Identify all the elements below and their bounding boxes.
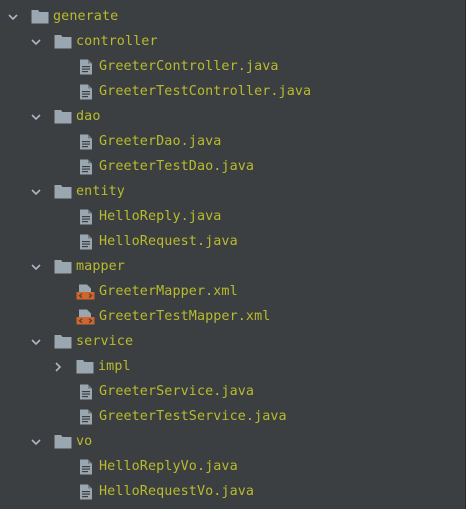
tree-node-label: dao <box>76 109 101 124</box>
tree-file-greetercontroller[interactable]: GreeterController.java <box>0 54 465 79</box>
folder-icon <box>53 259 72 275</box>
java-file-icon <box>76 409 95 425</box>
tree-file-greetertestmapper[interactable]: GreeterTestMapper.xml <box>0 304 465 329</box>
tree-file-label: HelloReplyVo.java <box>99 459 238 474</box>
tree-node-service[interactable]: service <box>0 329 465 354</box>
tree-node-generate[interactable]: generate <box>0 4 465 29</box>
tree-file-label: GreeterTestService.java <box>99 409 287 424</box>
folder-icon <box>53 434 72 450</box>
folder-icon <box>30 9 49 25</box>
tree-file-greeterdao[interactable]: GreeterDao.java <box>0 129 465 154</box>
xml-file-icon <box>76 284 95 300</box>
chevron-down-icon[interactable] <box>31 37 41 47</box>
tree-file-label: GreeterTestMapper.xml <box>99 309 271 324</box>
java-file-icon <box>76 134 95 150</box>
java-file-icon <box>76 84 95 100</box>
tree-node-label: vo <box>76 434 93 449</box>
tree-file-greetertestdao[interactable]: GreeterTestDao.java <box>0 154 465 179</box>
tree-node-label: service <box>76 334 134 349</box>
tree-file-greetermapper[interactable]: GreeterMapper.xml <box>0 279 465 304</box>
tree-file-label: HelloReply.java <box>99 209 222 224</box>
tree-file-greetertestservice[interactable]: GreeterTestService.java <box>0 404 465 429</box>
tree-node-label: mapper <box>76 259 125 274</box>
java-file-icon <box>76 59 95 75</box>
tree-file-helloreplyvo[interactable]: HelloReplyVo.java <box>0 454 465 479</box>
folder-icon <box>53 184 72 200</box>
java-file-icon <box>76 459 95 475</box>
folder-icon <box>53 109 72 125</box>
tree-node-label: impl <box>98 359 131 374</box>
tree-file-hellorequest[interactable]: HelloRequest.java <box>0 229 465 254</box>
folder-icon <box>53 334 72 350</box>
tree-file-label: GreeterDao.java <box>99 134 222 149</box>
tree-file-label: GreeterTestDao.java <box>99 159 255 174</box>
tree-file-greeterservice[interactable]: GreeterService.java <box>0 379 465 404</box>
tree-node-mapper[interactable]: mapper <box>0 254 465 279</box>
tree-file-hellorequestvo[interactable]: HelloRequestVo.java <box>0 479 465 504</box>
tree-file-label: GreeterTestController.java <box>99 84 312 99</box>
tree-file-label: HelloRequest.java <box>99 234 238 249</box>
tree-node-label: generate <box>53 9 119 24</box>
tree-node-entity[interactable]: entity <box>0 179 465 204</box>
java-file-icon <box>76 384 95 400</box>
tree-node-controller[interactable]: controller <box>0 29 465 54</box>
tree-node-dao[interactable]: dao <box>0 104 465 129</box>
java-file-icon <box>76 159 95 175</box>
xml-file-icon <box>76 309 95 325</box>
tree-file-greetertestcontroller[interactable]: GreeterTestController.java <box>0 79 465 104</box>
chevron-down-icon[interactable] <box>8 12 18 22</box>
tree-file-label: GreeterController.java <box>99 59 279 74</box>
chevron-right-icon[interactable] <box>53 361 63 372</box>
java-file-icon <box>76 484 95 500</box>
chevron-down-icon[interactable] <box>31 337 41 347</box>
tree-file-label: HelloRequestVo.java <box>99 484 255 499</box>
folder-icon <box>53 34 72 50</box>
chevron-down-icon[interactable] <box>31 437 41 447</box>
chevron-down-icon[interactable] <box>31 112 41 122</box>
tree-node-label: controller <box>76 34 158 49</box>
tree-node-label: entity <box>76 184 125 199</box>
java-file-icon <box>76 209 95 225</box>
project-tree-panel: generate controller GreeterController.ja… <box>0 0 466 509</box>
chevron-down-icon[interactable] <box>31 262 41 272</box>
tree-file-helloreply[interactable]: HelloReply.java <box>0 204 465 229</box>
folder-icon <box>75 359 94 375</box>
java-file-icon <box>76 234 95 250</box>
tree-file-label: GreeterMapper.xml <box>99 284 238 299</box>
tree-node-impl[interactable]: impl <box>0 354 465 379</box>
tree-file-label: GreeterService.java <box>99 384 255 399</box>
chevron-down-icon[interactable] <box>31 187 41 197</box>
tree-node-vo[interactable]: vo <box>0 429 465 454</box>
